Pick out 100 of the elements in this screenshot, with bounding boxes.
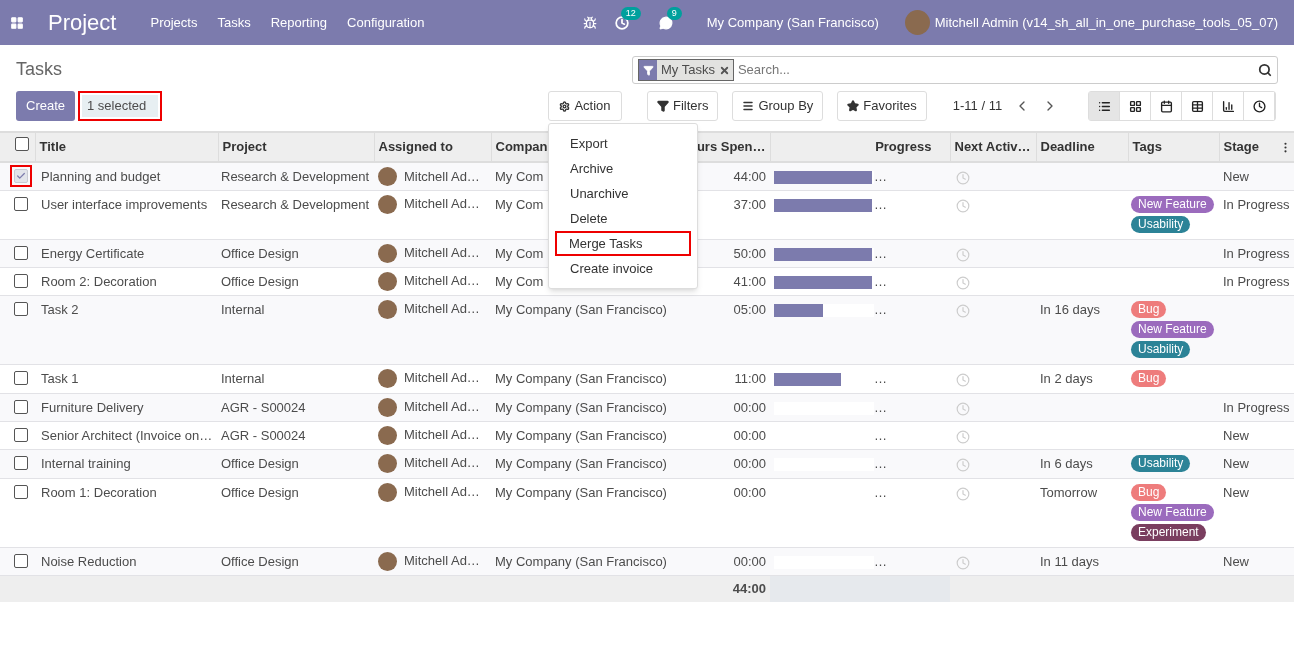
tag: New Feature bbox=[1131, 195, 1214, 213]
table-cell: 37:00 bbox=[733, 196, 766, 212]
table-cell: Office Design bbox=[221, 455, 299, 471]
column-header[interactable]: Title bbox=[35, 132, 218, 162]
table-cell: Mitchell Ad… bbox=[404, 369, 480, 387]
table-cell: In Progress bbox=[1223, 399, 1290, 415]
filter-facet[interactable]: My Tasks bbox=[638, 59, 734, 81]
table-cell: Mitchell Ad… bbox=[404, 483, 480, 501]
debug-icon[interactable] bbox=[582, 15, 597, 30]
table-cell: Office Design bbox=[221, 273, 299, 289]
action-button[interactable]: Action bbox=[548, 91, 622, 121]
progress-more: … bbox=[874, 247, 887, 259]
table-cell: My Company (San Francisco) bbox=[495, 455, 667, 471]
table-cell: My Company (San Francisco) bbox=[495, 399, 667, 415]
menu-item[interactable]: Merge Tasks bbox=[555, 231, 691, 256]
avatar-icon bbox=[378, 368, 397, 388]
facet-label: My Tasks bbox=[660, 61, 716, 80]
search-icon[interactable] bbox=[1258, 63, 1272, 77]
table-cell: New bbox=[1223, 427, 1249, 443]
table-cell: Office Design bbox=[221, 484, 299, 500]
tag: Experiment bbox=[1131, 523, 1206, 541]
column-header[interactable]: Progress bbox=[770, 132, 950, 162]
table-cell: Internal bbox=[221, 370, 265, 386]
menu-item[interactable]: Delete bbox=[556, 206, 690, 231]
table-cell: Mitchell Ad… bbox=[404, 167, 480, 186]
star-icon bbox=[847, 100, 860, 112]
company-switcher[interactable]: My Company (San Francisco) bbox=[706, 12, 879, 33]
table-cell: My Com bbox=[495, 245, 544, 261]
table-cell: In 2 days bbox=[1040, 370, 1093, 386]
calendar-icon bbox=[1159, 99, 1173, 113]
search-option-button[interactable]: Group By bbox=[732, 91, 824, 121]
row-checkbox[interactable] bbox=[14, 196, 28, 211]
breadcrumb: Tasks bbox=[16, 58, 63, 81]
table-cell: Research & Development bbox=[221, 196, 370, 212]
table-cell: In 16 days bbox=[1040, 301, 1100, 317]
create-button[interactable]: Create bbox=[16, 91, 76, 121]
row-checkbox[interactable] bbox=[14, 484, 28, 499]
user-menu[interactable]: Mitchell Admin (v14_sh_all_in_one_purchase_tools_05_07) bbox=[934, 12, 1278, 33]
activity-count-badge: 12 bbox=[620, 6, 641, 20]
search-placeholder: Search... bbox=[737, 61, 790, 80]
row-checkbox[interactable] bbox=[14, 399, 28, 414]
search-option-button[interactable]: Favorites bbox=[837, 91, 927, 121]
avatar-icon bbox=[378, 425, 397, 445]
apps-menu-icon[interactable] bbox=[10, 15, 24, 30]
row-checkbox[interactable] bbox=[14, 301, 28, 316]
select-all-checkbox[interactable] bbox=[15, 137, 29, 152]
row-checkbox[interactable] bbox=[14, 427, 28, 442]
progress-more: … bbox=[874, 429, 887, 441]
table-cell: Room 2: Decoration bbox=[41, 273, 157, 289]
table-cell: My Company (San Francisco) bbox=[495, 553, 667, 569]
menu-item[interactable]: Unarchive bbox=[556, 181, 690, 206]
table-row[interactable]: Room 1: Decoration Office Design Mitchell Ad… My Company (San Francisco) 00:00 … Tomorrow Bug New Feature Experiment New bbox=[0, 478, 1294, 547]
table-cell: Internal training bbox=[41, 455, 131, 471]
tag: New Feature bbox=[1131, 503, 1214, 521]
avatar-icon bbox=[378, 482, 397, 502]
clock-icon bbox=[1252, 99, 1266, 113]
column-header[interactable]: Next Activ… bbox=[950, 132, 1036, 162]
column-header[interactable]: Assigned to bbox=[374, 132, 491, 162]
progress-more: … bbox=[874, 372, 887, 384]
view-switcher-button[interactable] bbox=[1089, 92, 1121, 120]
message-count-badge: 9 bbox=[666, 6, 682, 20]
column-header[interactable]: Tags bbox=[1128, 132, 1219, 162]
table-cell: My Company (San Francisco) bbox=[495, 370, 667, 386]
table-cell: Office Design bbox=[221, 553, 299, 569]
column-header[interactable]: Project bbox=[218, 132, 374, 162]
table-cell: My Company (San Francisco) bbox=[495, 301, 667, 317]
menu-item[interactable]: Configuration bbox=[347, 12, 425, 33]
menu-item[interactable]: Tasks bbox=[217, 12, 251, 33]
row-checkbox[interactable] bbox=[14, 245, 28, 260]
column-header[interactable]: Deadline bbox=[1036, 132, 1128, 162]
row-checkbox[interactable] bbox=[14, 455, 28, 470]
table-cell: 00:00 bbox=[733, 427, 766, 443]
table-cell: 41:00 bbox=[733, 273, 766, 289]
remove-icon[interactable] bbox=[718, 64, 730, 76]
table-cell: Internal bbox=[221, 301, 265, 317]
menu-item[interactable]: Reporting bbox=[270, 12, 328, 33]
row-checkbox[interactable] bbox=[14, 370, 28, 385]
tag: New Feature bbox=[1131, 320, 1214, 338]
table-cell: 00:00 bbox=[733, 455, 766, 471]
bar-chart-icon bbox=[1221, 99, 1235, 113]
table-cell: In 6 days bbox=[1040, 455, 1093, 471]
search-field[interactable]: My Tasks Search... bbox=[632, 56, 1278, 84]
table-cell: My Company (San Francisco) bbox=[495, 484, 667, 500]
table-cell: Room 1: Decoration bbox=[41, 484, 157, 500]
row-checkbox[interactable] bbox=[14, 553, 28, 568]
search-option-button[interactable]: Filters bbox=[647, 91, 719, 121]
row-checkbox[interactable] bbox=[14, 273, 28, 288]
menu-item[interactable]: Projects bbox=[150, 12, 198, 33]
table-cell: Mitchell Ad… bbox=[404, 398, 480, 416]
table-row[interactable]: Internal training Office Design Mitchell Ad… My Company (San Francisco) 00:00 … In 6 days Usability New bbox=[0, 449, 1294, 478]
column-header[interactable]: Stage bbox=[1219, 132, 1294, 162]
table-cell: Furniture Delivery bbox=[41, 399, 144, 415]
progress-more: … bbox=[874, 171, 887, 182]
table-row[interactable]: Senior Architect (Invoice on… AGR - S00024 Mitchell Ad… My Company (San Francisco) 00:00 … New bbox=[0, 421, 1294, 449]
table-row[interactable]: Furniture Delivery AGR - S00024 Mitchell Ad… My Company (San Francisco) 00:00 … In Progress bbox=[0, 393, 1294, 421]
table-cell: New bbox=[1223, 484, 1249, 500]
table-cell: 00:00 bbox=[733, 553, 766, 569]
menu-item[interactable]: Create invoice bbox=[556, 256, 690, 281]
table-row[interactable]: Noise Reduction Office Design Mitchell Ad… My Company (San Francisco) 00:00 … In 11 days New bbox=[0, 547, 1294, 575]
chat-icon[interactable] bbox=[658, 15, 673, 30]
